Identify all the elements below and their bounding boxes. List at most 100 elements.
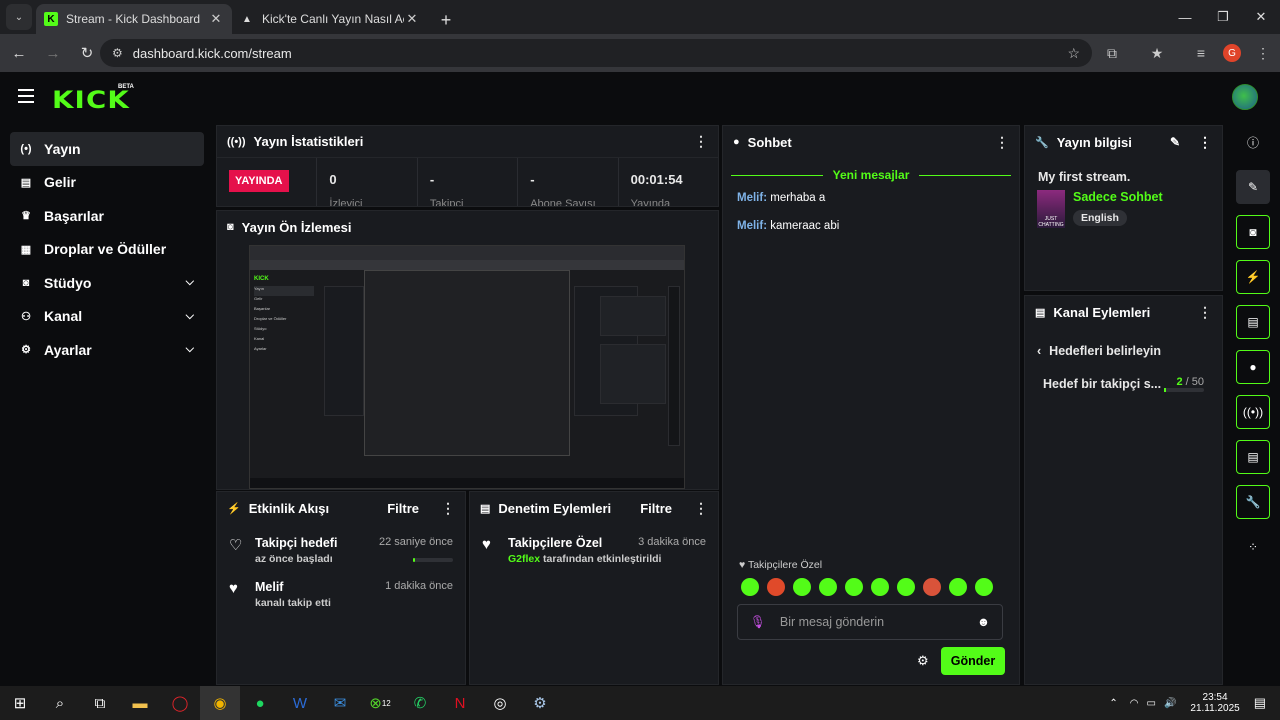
windows-taskbar: ⊞ ⌕ ⧉ ▬ ◯ ◉ ● W ✉ ⊗ 12 ✆ N ◎ ⚙ ⌃ ◠ ▭ 🔊 23… — [0, 686, 1280, 720]
follower-goal-row[interactable]: Hedef bir takipçi s... 2 / 50 — [1025, 358, 1222, 392]
emote-icon[interactable] — [767, 578, 785, 596]
system-tray: ⌃ ◠ ▭ 🔊 23:54 21.11.2025 ▤ — [1109, 686, 1280, 720]
broadcast-icon[interactable]: ((•)) — [1236, 395, 1270, 429]
document-icon[interactable]: ▤ — [1236, 305, 1270, 339]
tab-kick-guide[interactable]: ▲ Kick'te Canlı Yayın Nasıl Açılır? | ✕ — [232, 4, 428, 34]
filter-button[interactable]: Filtre — [387, 501, 419, 516]
camera-icon: ◙ — [227, 221, 234, 233]
chat-icon[interactable]: ● — [1236, 350, 1270, 384]
send-button[interactable]: Gönder — [941, 647, 1005, 675]
emote-icon[interactable] — [923, 578, 941, 596]
emote-icon[interactable] — [949, 578, 967, 596]
steam-icon[interactable]: ⚙ — [520, 686, 560, 720]
user-avatar[interactable] — [1232, 84, 1258, 110]
category-thumbnail[interactable]: JUST CHATTING — [1037, 190, 1065, 228]
clock[interactable]: 23:54 21.11.2025 — [1190, 692, 1239, 714]
more-options-icon[interactable]: ⋮ — [694, 133, 708, 150]
emoji-icon[interactable]: ☻ — [977, 615, 990, 629]
heart-icon: ♥ — [229, 580, 238, 597]
minimize-icon[interactable]: — — [1166, 0, 1204, 34]
edit-icon[interactable]: ✎ — [1170, 135, 1180, 149]
battery-icon[interactable]: ▭ — [1146, 698, 1155, 709]
close-window-icon[interactable]: ✕ — [1242, 0, 1280, 34]
outlook-icon[interactable]: ✉ — [320, 686, 360, 720]
emote-icon[interactable] — [845, 578, 863, 596]
site-settings-icon[interactable]: ⚙ — [112, 46, 123, 60]
set-goals-back-button[interactable]: ‹ Hedefleri belirleyin — [1025, 328, 1222, 358]
netflix-icon[interactable]: N — [440, 686, 480, 720]
wrench-icon[interactable]: 🔧 — [1236, 485, 1270, 519]
profile-avatar[interactable]: G — [1217, 38, 1247, 68]
media-control-icon[interactable]: ≡ — [1186, 38, 1216, 68]
volume-icon[interactable]: 🔊 — [1164, 698, 1176, 709]
chat-mode-indicator: ♥ Takipçilere Özel — [739, 559, 823, 571]
maximize-icon[interactable]: ❐ — [1204, 0, 1242, 34]
sidebar-item-basarilar[interactable]: ♛ Başarılar — [10, 199, 204, 233]
forward-icon[interactable]: → — [38, 38, 68, 68]
chat-input[interactable]: 🎙 Bir mesaj gönderin ☻ — [737, 604, 1003, 640]
heart-icon: ♥ — [482, 536, 491, 553]
info-icon[interactable]: ⓘ — [1236, 125, 1270, 159]
more-options-icon[interactable]: ⋮ — [694, 500, 708, 517]
spotify-icon[interactable]: ● — [240, 686, 280, 720]
tray-chevron-icon[interactable]: ⌃ — [1109, 698, 1117, 709]
sidebar-item-label: Başarılar — [44, 207, 104, 224]
emote-icon[interactable] — [793, 578, 811, 596]
sidebar-item-kanal[interactable]: ⚇ Kanal ⌵ — [10, 300, 204, 334]
emote-icon[interactable] — [741, 578, 759, 596]
bookmark-star-icon[interactable]: ☆ — [1067, 45, 1080, 62]
task-view-icon[interactable]: ⧉ — [80, 686, 120, 720]
sidebar-item-yayin[interactable]: (•) Yayın — [10, 132, 204, 166]
sidebar-item-droplar[interactable]: ▦ Droplar ve Ödüller — [10, 233, 204, 267]
chat-settings-icon[interactable]: ⚙ — [917, 653, 929, 669]
more-options-icon[interactable]: ⋮ — [1198, 304, 1212, 321]
more-options-icon[interactable]: ⋮ — [441, 500, 455, 517]
camera-icon[interactable]: ◙ — [1236, 215, 1270, 249]
filter-button[interactable]: Filtre — [640, 501, 672, 516]
emote-icon[interactable] — [819, 578, 837, 596]
back-icon[interactable]: ← — [4, 38, 34, 68]
chrome-icon[interactable]: ◉ — [200, 686, 240, 720]
tab-stream-dashboard[interactable]: K Stream - Kick Dashboard ✕ — [36, 4, 232, 34]
lightning-icon: ⚡ — [227, 502, 241, 515]
opera-icon[interactable]: ◯ — [160, 686, 200, 720]
sidebar-item-ayarlar[interactable]: ⚙ Ayarlar ⌵ — [10, 333, 204, 367]
bookmarks-icon[interactable]: ★ — [1142, 38, 1172, 68]
stat-subscribers: - Abone Sayısı — [518, 158, 619, 206]
address-bar[interactable]: ⚙ dashboard.kick.com/stream ☆ — [100, 39, 1092, 67]
hamburger-menu-icon[interactable] — [18, 89, 34, 103]
whatsapp-icon[interactable]: ✆ — [400, 686, 440, 720]
layout-icon[interactable]: ⁘ — [1236, 530, 1270, 564]
wifi-icon[interactable]: ◠ — [1130, 698, 1139, 709]
close-tab-icon[interactable]: ✕ — [404, 11, 420, 27]
stream-preview-video[interactable]: KICK Yayın Gelir Başarılar Droplar ve Ödüll… — [249, 245, 685, 489]
sidebar-item-gelir[interactable]: ▤ Gelir — [10, 166, 204, 200]
word-icon[interactable]: W — [280, 686, 320, 720]
obs-icon[interactable]: ◎ — [480, 686, 520, 720]
windows-start-icon[interactable]: ⊞ — [0, 686, 40, 720]
new-tab-icon[interactable]: + — [432, 6, 460, 34]
microphone-icon[interactable]: 🎙 — [750, 615, 766, 630]
close-tab-icon[interactable]: ✕ — [208, 11, 224, 27]
tab-search-chevron-icon[interactable]: ⌄ — [6, 4, 32, 30]
extensions-icon[interactable]: ⧉ — [1097, 38, 1127, 68]
kick-logo[interactable]: KICK — [52, 86, 130, 114]
emote-icon[interactable] — [975, 578, 993, 596]
notifications-icon[interactable]: ▤ — [1254, 695, 1266, 711]
sidebar-item-label: Kanal — [44, 308, 83, 325]
emote-icon[interactable] — [871, 578, 889, 596]
lightning-icon[interactable]: ⚡ — [1236, 260, 1270, 294]
xbox-icon[interactable]: ⊗ 12 — [360, 686, 400, 720]
more-options-icon[interactable]: ⋮ — [1198, 134, 1212, 151]
reload-icon[interactable]: ↻ — [72, 38, 102, 68]
browser-menu-icon[interactable]: ⋮ — [1248, 38, 1278, 68]
edit-icon[interactable]: ✎ — [1236, 170, 1270, 204]
stat-viewers: 0 İzleyici — [317, 158, 418, 206]
channel-icon[interactable]: ▤ — [1236, 440, 1270, 474]
search-icon[interactable]: ⌕ — [40, 686, 80, 720]
category-link[interactable]: Sadece Sohbet — [1073, 190, 1163, 204]
more-options-icon[interactable]: ⋮ — [995, 134, 1009, 151]
sidebar-item-studyo[interactable]: ◙ Stüdyo ⌵ — [10, 266, 204, 300]
file-explorer-icon[interactable]: ▬ — [120, 686, 160, 720]
emote-icon[interactable] — [897, 578, 915, 596]
